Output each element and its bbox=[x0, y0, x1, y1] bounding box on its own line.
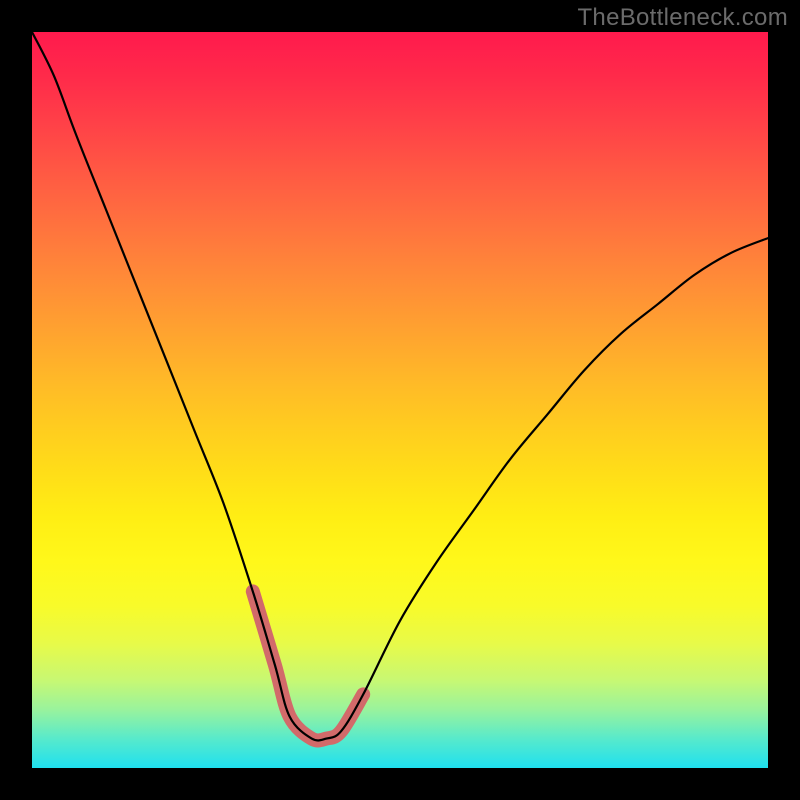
watermark-text: TheBottleneck.com bbox=[577, 4, 788, 32]
chart-svg bbox=[32, 32, 768, 768]
bottleneck-curve bbox=[32, 32, 768, 741]
low-bottleneck-highlight bbox=[253, 591, 363, 740]
chart-stage: TheBottleneck.com bbox=[0, 0, 800, 800]
chart-frame bbox=[32, 32, 768, 768]
